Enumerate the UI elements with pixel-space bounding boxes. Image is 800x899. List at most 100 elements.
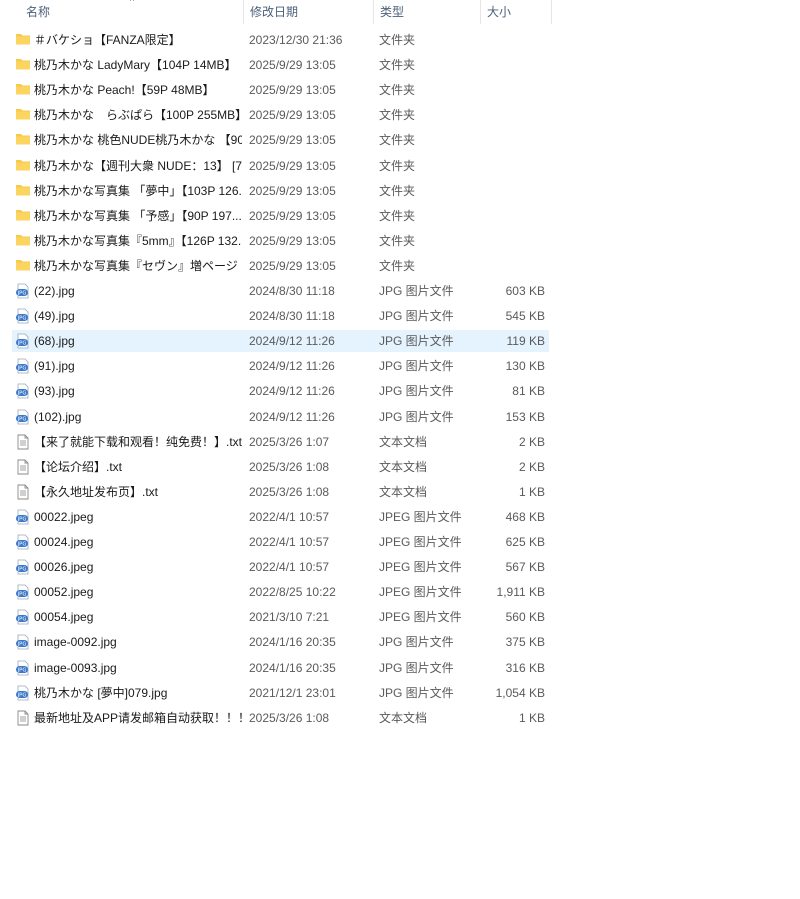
file-row[interactable]: 桃乃木かな写真集『5mm』【126P 132... 2025/9/29 13:05… bbox=[12, 230, 549, 252]
svg-text:JPG: JPG bbox=[17, 341, 27, 347]
file-modified-date: 2025/9/29 13:05 bbox=[249, 258, 336, 273]
svg-text:JPG: JPG bbox=[17, 592, 27, 598]
svg-text:JPG: JPG bbox=[17, 291, 27, 297]
file-row[interactable]: JPG (102).jpg 2024/9/12 11:26 JPG 图片文件 153 K… bbox=[12, 406, 549, 428]
file-row[interactable]: 【永久地址发布页】.txt 2025/3/26 1:08 文本文档 1 KB bbox=[12, 481, 549, 503]
file-row[interactable]: 桃乃木かな写真集 「予感」【90P 197... 2025/9/29 13:05 文… bbox=[12, 205, 549, 227]
file-modified-date: 2025/9/29 13:05 bbox=[249, 158, 336, 173]
file-row[interactable]: 桃乃木かな LadyMary【104P 14MB】 2025/9/29 13:05… bbox=[12, 54, 549, 76]
file-row[interactable]: JPG 00024.jpeg 2022/4/1 10:57 JPEG 图片文件 625 … bbox=[12, 531, 549, 553]
file-name: 桃乃木かな写真集『5mm』【126P 132... bbox=[34, 233, 242, 248]
file-type: 文件夹 bbox=[379, 58, 416, 73]
file-modified-date: 2022/8/25 10:22 bbox=[249, 585, 336, 600]
file-size: 1 KB bbox=[518, 484, 545, 499]
file-size: 1,054 KB bbox=[495, 685, 545, 700]
file-name: image-0093.jpg bbox=[34, 660, 117, 675]
file-row[interactable]: 最新地址及APP请发邮箱自动获取！！！.... 2025/3/26 1:08 文本文… bbox=[12, 707, 549, 729]
file-row[interactable]: 【论坛介绍】.txt 2025/3/26 1:08 文本文档 2 KB bbox=[12, 456, 549, 478]
file-modified-date: 2024/1/16 20:35 bbox=[249, 635, 336, 650]
column-header-size[interactable]: 大小 bbox=[480, 0, 552, 24]
file-row[interactable]: JPG (91).jpg 2024/9/12 11:26 JPG 图片文件 130 KB bbox=[12, 355, 549, 377]
file-modified-date: 2025/9/29 13:05 bbox=[249, 83, 336, 98]
file-name: (93).jpg bbox=[34, 384, 75, 399]
file-modified-date: 2025/3/26 1:07 bbox=[249, 434, 330, 449]
file-type: 文件夹 bbox=[379, 33, 416, 47]
file-row[interactable]: JPG (49).jpg 2024/8/30 11:18 JPG 图片文件 545 KB bbox=[12, 305, 549, 327]
file-type: 文件夹 bbox=[379, 258, 416, 273]
file-row[interactable]: JPG 00054.jpeg 2021/3/10 7:21 JPEG 图片文件 560 … bbox=[12, 606, 549, 628]
jpg-file-icon: JPG bbox=[15, 380, 33, 402]
file-size bbox=[484, 54, 545, 76]
file-type: 文件夹 bbox=[379, 83, 416, 98]
file-size bbox=[484, 104, 545, 126]
column-header-name[interactable]: 名称 bbox=[20, 0, 242, 24]
svg-text:JPG: JPG bbox=[17, 416, 27, 422]
jpg-file-icon: JPG bbox=[15, 657, 33, 679]
file-row[interactable]: JPG image-0092.jpg 2024/1/16 20:35 JPG 图片文件… bbox=[12, 631, 549, 653]
file-explorer: ^ 名称 修改日期 类型 大小 ＃バケショ【FANZA限定】 2023/12/30… bbox=[0, 0, 800, 899]
folder-icon bbox=[15, 155, 33, 177]
svg-text:JPG: JPG bbox=[17, 366, 27, 372]
file-size: 545 KB bbox=[505, 309, 545, 324]
folder-icon bbox=[15, 230, 33, 252]
file-name: (102).jpg bbox=[34, 409, 82, 424]
file-type: 文本文档 bbox=[379, 434, 428, 449]
file-row[interactable]: JPG 桃乃木かな [夢中]079.jpg 2021/12/1 23:01 JPG 图… bbox=[12, 682, 549, 704]
file-size bbox=[484, 180, 545, 202]
jpg-file-icon: JPG bbox=[15, 280, 33, 302]
file-row[interactable]: JPG 00052.jpeg 2022/8/25 10:22 JPEG 图片文件 1,9… bbox=[12, 581, 549, 603]
column-header-date[interactable]: 修改日期 bbox=[243, 0, 373, 24]
file-row[interactable]: 桃乃木かな Peach!【59P 48MB】 2025/9/29 13:05 文件夹 bbox=[12, 79, 549, 101]
text-file-icon bbox=[15, 456, 33, 478]
file-type: 文本文档 bbox=[379, 484, 428, 499]
file-row[interactable]: JPG (93).jpg 2024/9/12 11:26 JPG 图片文件 81 KB bbox=[12, 380, 549, 402]
file-type: JPG 图片文件 bbox=[379, 660, 454, 675]
file-size: 625 KB bbox=[505, 535, 545, 549]
file-row[interactable]: 桃乃木かな【週刊大衆 NUDE：13】 [7... 2025/9/29 13:05… bbox=[12, 155, 549, 177]
file-type: JPG 图片文件 bbox=[379, 635, 454, 650]
file-row[interactable]: JPG 00022.jpeg 2022/4/1 10:57 JPEG 图片文件 468 … bbox=[12, 506, 549, 528]
jpg-file-icon: JPG bbox=[15, 581, 33, 603]
folder-icon bbox=[15, 255, 33, 277]
file-row[interactable]: 【来了就能下载和观看！纯免费！】.txt 2025/3/26 1:07 文本文档 2 … bbox=[12, 431, 549, 453]
jpg-file-icon: JPG bbox=[15, 506, 33, 528]
folder-icon bbox=[15, 79, 33, 101]
file-size bbox=[484, 129, 545, 151]
folder-icon bbox=[15, 54, 33, 76]
file-modified-date: 2025/9/29 13:05 bbox=[249, 233, 336, 248]
svg-text:JPG: JPG bbox=[17, 667, 27, 673]
file-name: 00022.jpeg bbox=[34, 509, 94, 524]
file-row[interactable]: JPG 00026.jpeg 2022/4/1 10:57 JPEG 图片文件 567 … bbox=[12, 556, 549, 578]
file-row[interactable]: JPG image-0093.jpg 2024/1/16 20:35 JPG 图片文件… bbox=[12, 657, 549, 679]
text-file-icon bbox=[15, 431, 33, 453]
file-modified-date: 2022/4/1 10:57 bbox=[249, 509, 330, 524]
file-row[interactable]: 桃乃木かな写真集 「夢中」【103P 126... 2025/9/29 13:05… bbox=[12, 180, 549, 202]
folder-icon bbox=[15, 180, 33, 202]
file-type: JPEG 图片文件 bbox=[379, 509, 462, 524]
file-size: 375 KB bbox=[505, 635, 545, 650]
jpg-file-icon: JPG bbox=[15, 531, 33, 553]
column-header-bar: ^ 名称 修改日期 类型 大小 bbox=[0, 0, 552, 25]
file-size: 1 KB bbox=[518, 710, 545, 725]
file-row[interactable]: ＃バケショ【FANZA限定】 2023/12/30 21:36 文件夹 bbox=[12, 29, 549, 51]
file-size: 2 KB bbox=[518, 434, 545, 449]
file-type: JPG 图片文件 bbox=[379, 309, 454, 324]
svg-text:JPG: JPG bbox=[17, 617, 27, 623]
file-size bbox=[484, 79, 545, 101]
file-name: 【论坛介绍】.txt bbox=[34, 459, 123, 474]
svg-text:JPG: JPG bbox=[17, 692, 27, 698]
file-row[interactable]: JPG (68).jpg 2024/9/12 11:26 JPG 图片文件 119 KB bbox=[12, 330, 549, 353]
file-type: 文件夹 bbox=[379, 108, 416, 123]
file-row[interactable]: 桃乃木かな らぶぱら【100P 255MB】 2025/9/29 13:05 文件夹 bbox=[12, 104, 549, 126]
file-name: 桃乃木かな写真集 「予感」【90P 197... bbox=[34, 208, 242, 223]
file-row[interactable]: JPG (22).jpg 2024/8/30 11:18 JPG 图片文件 603 KB bbox=[12, 280, 549, 302]
file-size bbox=[484, 155, 545, 177]
column-header-type[interactable]: 类型 bbox=[373, 0, 480, 24]
file-size bbox=[484, 230, 545, 252]
file-size: 81 KB bbox=[512, 384, 545, 399]
file-row[interactable]: 桃乃木かな写真集『セヴン』増ページ【... 2025/9/29 13:05 文件夹 bbox=[12, 255, 549, 277]
folder-icon bbox=[15, 205, 33, 227]
file-row[interactable]: 桃乃木かな 桃色NUDE桃乃木かな 【90... 2025/9/29 13:05 文… bbox=[12, 129, 549, 151]
file-type: JPG 图片文件 bbox=[379, 284, 454, 298]
file-size bbox=[484, 205, 545, 227]
